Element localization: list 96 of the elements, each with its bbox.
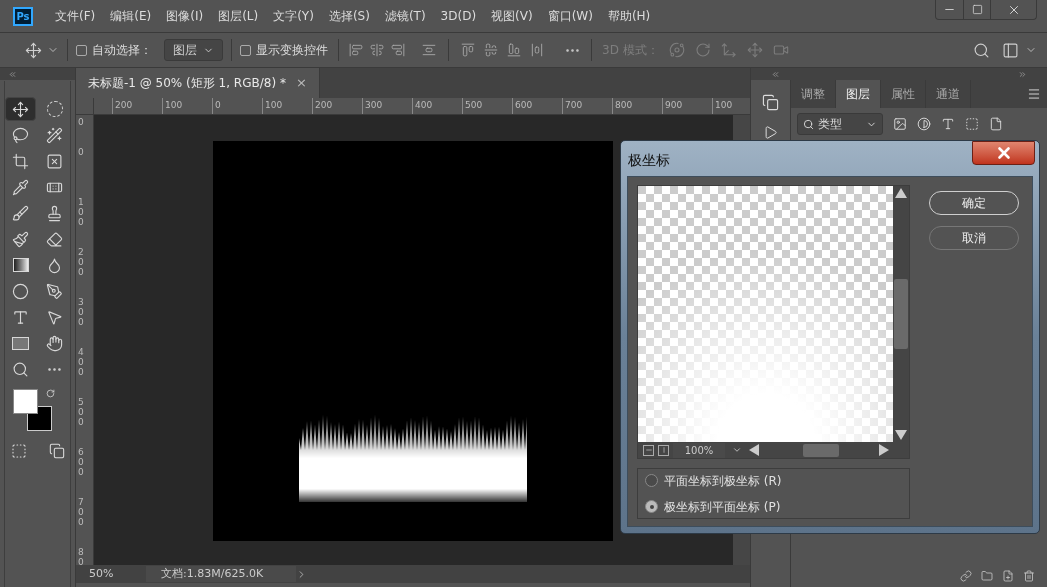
app-logo: Ps [13,6,33,26]
checkbox[interactable] [240,44,251,56]
play-icon[interactable] [763,125,778,140]
menu-item[interactable]: 文件(F) [55,7,96,25]
type-icon[interactable] [941,117,955,131]
contrast-icon[interactable] [917,117,931,131]
align-right-icon[interactable] [391,43,405,57]
menu-item[interactable]: 编辑(E) [110,7,152,25]
menu-item[interactable]: 3D(D) [440,7,477,25]
filter-dropdown[interactable]: 类型 [797,113,883,135]
document-info: 文档:1.83M/625.0K [146,565,296,583]
ruler-label: 200 [312,98,362,114]
ruler-label: 900 [662,98,712,114]
scroll-right-icon[interactable] [879,444,889,456]
ruler-label: 0 [77,147,85,159]
ruler-label: 500 [462,98,512,114]
ruler-label: 200 [77,247,85,279]
link-icon[interactable] [960,570,972,582]
ruler-label: 700 [562,98,612,114]
color-swatches-drawing[interactable] [12,389,52,431]
transform-icon[interactable] [965,117,979,131]
ruler-label: 500 [77,397,85,429]
ruler-label: 100 [162,98,212,114]
menu-item[interactable]: 窗口(W) [547,7,593,25]
menu-item[interactable]: 图层(L) [218,7,259,25]
ruler-label: 600 [77,447,85,479]
zoom-out-button[interactable] [643,444,654,456]
collapse-icon[interactable] [771,69,780,79]
menu-item[interactable]: 滤镜(T) [384,7,426,25]
ruler-label: 700 [77,497,85,529]
expand-icon[interactable] [1018,69,1027,79]
dialog-title: 极坐标 [628,151,670,170]
screen-mode-icon[interactable] [48,443,65,459]
scroll-up-icon[interactable] [895,188,908,198]
trash-icon[interactable] [1023,570,1035,582]
folder-icon[interactable] [981,570,993,582]
distribute-icon[interactable] [422,43,436,57]
minus-icon [644,446,653,454]
ruler-label: 100 [77,197,85,229]
align-bottom-icon[interactable] [507,43,521,57]
distribute-icon[interactable] [530,43,544,57]
tab-close-button[interactable]: × [295,73,307,93]
scrollbar-thumb[interactable] [894,279,909,349]
radio-button[interactable] [645,474,658,487]
checkbox-label: 显示变换控件 [256,42,328,59]
ruler-label: 300 [77,297,85,329]
workspace-icon[interactable] [1002,41,1019,59]
layer-dropdown[interactable]: 图层 [164,39,223,61]
search-icon [803,118,814,130]
ruler-label: 100 [712,98,750,114]
menu-item[interactable]: 视图(V) [491,7,533,25]
quick-mask-icon[interactable] [10,443,27,459]
document-tab[interactable]: 未标题-1 @ 50% (矩形 1, RGB/8) * × [76,68,320,98]
scrollbar-thumb[interactable] [803,443,839,457]
panel-tab[interactable]: 图层 [836,80,881,108]
chevron-down-icon[interactable] [732,445,742,455]
radio-label[interactable]: 平面坐标到极坐标 (R) [664,471,782,490]
ruler-label: 0 [212,98,262,114]
menu-item[interactable]: 图像(I) [166,7,204,25]
move-icon[interactable] [5,97,36,121]
panel-tab[interactable]: 属性 [881,80,926,108]
zoom-in-button[interactable] [658,444,669,456]
image-icon[interactable] [893,117,907,131]
file-icon[interactable] [989,117,1003,131]
checkbox[interactable] [76,44,87,56]
move-icon[interactable] [25,41,42,59]
align-middle-icon[interactable] [484,43,498,57]
checkbox-label: 自动选择： [92,42,152,59]
align-center-icon[interactable] [370,43,384,57]
search-icon[interactable] [973,41,990,59]
close-button[interactable] [972,141,1035,165]
zoom-level[interactable]: 50% [76,565,146,583]
zoom-field[interactable]: 100% [673,442,725,458]
panel-tab[interactable]: 通道 [926,80,971,108]
ruler-label: 0 [77,117,85,129]
align-top-icon[interactable] [461,43,475,57]
radio-button[interactable] [645,500,658,513]
scroll-left-icon[interactable] [749,444,759,456]
menu-item[interactable]: 帮助(H) [607,7,651,25]
new-layer-icon[interactable] [1002,570,1014,582]
ruler-label: 600 [512,98,562,114]
scroll-down-icon[interactable] [895,430,908,440]
ruler-label: 200 [112,98,162,114]
radio-label[interactable]: 极坐标到平面坐标 (P) [664,497,781,516]
menu-item[interactable]: 选择(S) [328,7,370,25]
collapse-icon[interactable] [8,69,17,79]
ruler-label: 80 [77,547,85,565]
menu-icon[interactable] [1027,87,1041,101]
menu-item[interactable]: 文字(Y) [273,7,314,25]
align-left-icon[interactable] [349,43,363,57]
ruler-label: 100 [262,98,312,114]
ruler-label: 300 [362,98,412,114]
swap-colors-icon[interactable] [45,389,55,398]
ruler-label: 400 [412,98,462,114]
ruler-label: 800 [612,98,662,114]
ruler-label: 400 [77,347,85,379]
